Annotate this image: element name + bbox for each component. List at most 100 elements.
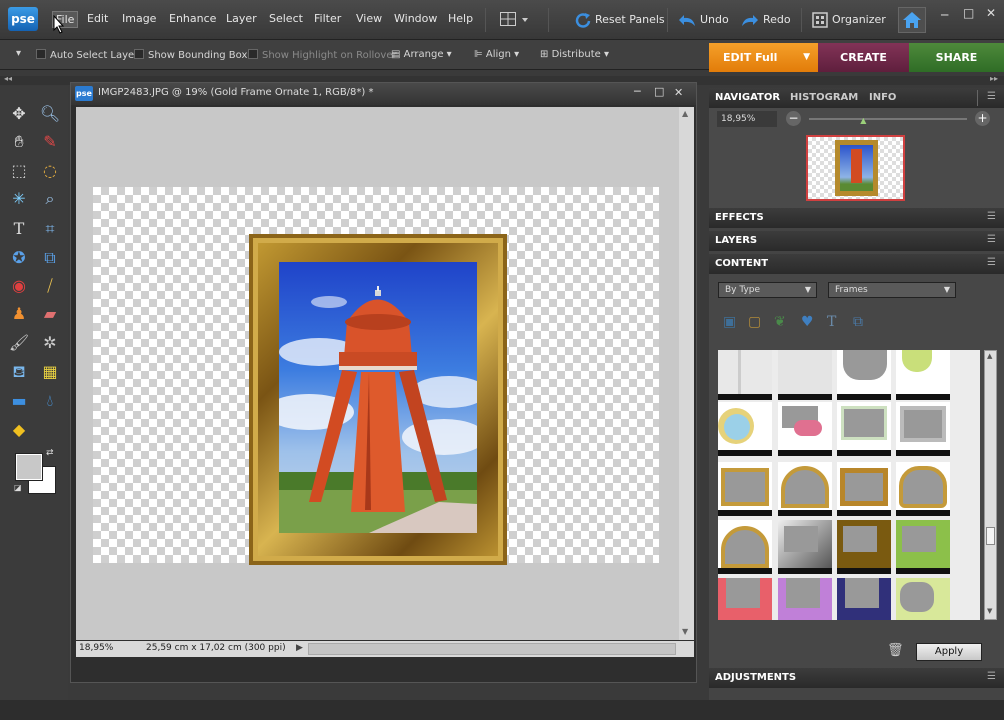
apply-button[interactable]: Apply xyxy=(916,643,982,661)
marquee-tool-icon[interactable]: ⬚ xyxy=(6,159,32,183)
menu-image[interactable]: Image xyxy=(122,12,156,25)
collapse-left-icon[interactable]: ◂◂ xyxy=(4,74,12,83)
trash-icon[interactable]: 🗑︎ xyxy=(887,643,904,658)
gold-frame[interactable] xyxy=(249,234,507,565)
adjustments-panel-header[interactable]: ADJUSTMENTS ☰ xyxy=(709,668,1004,688)
menu-filter[interactable]: Filter xyxy=(314,12,341,25)
auto-select-layer-checkbox[interactable]: Auto Select Layer xyxy=(36,49,138,61)
layers-panel-header[interactable]: LAYERS ☰ xyxy=(709,231,1004,251)
menu-layer[interactable]: Layer xyxy=(226,12,257,25)
panel-menu-icon[interactable]: ☰ xyxy=(987,257,996,268)
scroll-thumb[interactable] xyxy=(986,527,995,545)
paint-bucket-tool-icon[interactable]: ⛾ xyxy=(6,360,32,384)
shape-tool-icon[interactable]: ▬ xyxy=(6,389,32,413)
distribute-dropdown[interactable]: ⊞ Distribute ▾ xyxy=(540,49,609,60)
scroll-up-icon[interactable]: ▲ xyxy=(987,352,992,360)
redo-button[interactable]: Redo xyxy=(741,10,791,30)
doc-maximize-icon[interactable]: □ xyxy=(654,85,664,98)
scroll-up-icon[interactable]: ▲ xyxy=(682,109,688,118)
effects-panel-header[interactable]: EFFECTS ☰ xyxy=(709,208,1004,228)
panel-menu-icon[interactable]: ☰ xyxy=(987,671,996,682)
content-thumbnail[interactable] xyxy=(778,462,832,516)
frames-filter-icon[interactable]: ▢ xyxy=(748,314,761,330)
home-button[interactable] xyxy=(898,7,926,33)
eyedropper-tool-icon[interactable]: ✎ xyxy=(37,130,63,154)
menu-enhance[interactable]: Enhance xyxy=(169,12,216,25)
content-thumbnail[interactable] xyxy=(778,520,832,574)
navigator-thumbnail[interactable] xyxy=(806,135,905,201)
tab-info[interactable]: INFO xyxy=(869,92,896,103)
content-thumbnail[interactable] xyxy=(718,402,772,456)
zoom-slider[interactable] xyxy=(809,118,967,120)
content-thumbnail[interactable] xyxy=(837,462,891,516)
content-thumbnail[interactable] xyxy=(778,402,832,456)
content-thumbnail[interactable] xyxy=(778,350,832,400)
canvas-area[interactable] xyxy=(76,107,679,640)
share-tab[interactable]: SHARE xyxy=(909,43,1004,72)
tool-preset-dropdown[interactable]: ▾ xyxy=(16,48,21,59)
text-filter-icon[interactable]: T xyxy=(827,314,836,330)
content-scrollbar[interactable]: ▲ ▼ xyxy=(984,350,997,620)
content-thumbnail[interactable] xyxy=(837,350,891,400)
vertical-scrollbar[interactable]: ▲ ▼ xyxy=(679,107,694,640)
close-icon[interactable]: ✕ xyxy=(986,6,996,20)
content-thumbnail[interactable] xyxy=(896,402,950,456)
blur-tool-icon[interactable]: 💧︎ xyxy=(37,389,63,413)
reset-panels-button[interactable]: Reset Panels xyxy=(575,10,665,30)
scroll-down-icon[interactable]: ▼ xyxy=(682,627,688,636)
content-thumbnail[interactable] xyxy=(718,520,772,574)
tab-histogram[interactable]: HISTOGRAM xyxy=(790,92,858,103)
content-thumbnail[interactable] xyxy=(837,578,891,620)
document-title-bar[interactable]: pse IMGP2483.JPG @ 19% (Gold Frame Ornat… xyxy=(71,83,696,105)
minimize-icon[interactable]: ─ xyxy=(941,8,948,22)
swap-colors-icon[interactable]: ⇄ xyxy=(46,448,54,458)
content-thumbnail[interactable] xyxy=(718,578,772,620)
panel-menu-icon[interactable]: ☰ xyxy=(987,211,996,222)
arrange-dropdown[interactable]: ▤ Arrange ▾ xyxy=(391,49,452,60)
status-menu-arrow-icon[interactable]: ▶ xyxy=(296,643,303,653)
show-bounding-box-checkbox[interactable]: Show Bounding Box xyxy=(134,49,247,61)
content-panel-header[interactable]: CONTENT ☰ xyxy=(709,254,1004,274)
scroll-down-icon[interactable]: ▼ xyxy=(987,607,992,615)
eraser-tool-icon[interactable]: ▰ xyxy=(37,302,63,326)
straighten-tool-icon[interactable]: ⧉ xyxy=(37,246,63,270)
themes-filter-icon[interactable]: ⧉ xyxy=(853,314,863,330)
organizer-button[interactable]: Organizer xyxy=(812,10,886,30)
frames-dropdown[interactable]: Frames ▼ xyxy=(828,282,956,298)
zoom-tool-icon[interactable]: 🔍︎ xyxy=(37,102,63,126)
default-colors-icon[interactable]: ◪ xyxy=(14,483,22,492)
content-thumbnail[interactable] xyxy=(896,462,950,516)
collapse-right-icon[interactable]: ▸▸ xyxy=(990,74,998,83)
maximize-icon[interactable]: □ xyxy=(963,6,974,20)
backgrounds-filter-icon[interactable]: ▣ xyxy=(723,314,736,330)
navigator-zoom-field[interactable]: 18,95% xyxy=(717,111,777,127)
sponge-tool-icon[interactable]: ◆ xyxy=(6,418,32,442)
smart-brush-tool-icon[interactable]: ✲ xyxy=(37,331,63,355)
menu-window[interactable]: Window xyxy=(394,12,437,25)
align-dropdown[interactable]: ⊫ Align ▾ xyxy=(474,49,519,60)
graphics-filter-icon[interactable]: ❦ xyxy=(774,314,786,330)
crop-tool-icon[interactable]: ⌗ xyxy=(37,217,63,241)
quick-selection-tool-icon[interactable]: ⌕ xyxy=(37,187,63,211)
menu-view[interactable]: View xyxy=(356,12,382,25)
brush-tool-icon[interactable]: 🖌︎ xyxy=(6,331,32,355)
doc-close-icon[interactable]: ✕ xyxy=(674,86,683,99)
status-zoom[interactable]: 18,95% xyxy=(79,643,113,653)
shapes-filter-icon[interactable]: ♥ xyxy=(801,314,814,330)
content-thumbnail[interactable] xyxy=(896,578,950,620)
content-thumbnail[interactable] xyxy=(896,520,950,574)
zoom-out-icon[interactable]: − xyxy=(786,111,801,126)
content-thumbnail[interactable] xyxy=(718,462,772,516)
menu-help[interactable]: Help xyxy=(448,12,473,25)
content-thumbnail[interactable] xyxy=(837,402,891,456)
panel-menu-icon[interactable]: ☰ xyxy=(987,91,996,102)
by-type-dropdown[interactable]: By Type ▼ xyxy=(718,282,817,298)
magic-wand-tool-icon[interactable]: ✳ xyxy=(6,187,32,211)
edit-full-tab[interactable]: EDIT Full ▼ xyxy=(709,43,818,72)
content-thumbnail[interactable] xyxy=(778,578,832,620)
zoom-slider-thumb[interactable]: ▲ xyxy=(860,116,866,125)
gradient-tool-icon[interactable]: ▦ xyxy=(37,360,63,384)
undo-button[interactable]: Undo xyxy=(678,10,729,30)
healing-brush-tool-icon[interactable]: ⧸ xyxy=(37,274,63,298)
show-highlight-checkbox[interactable]: Show Highlight on Rollover xyxy=(248,49,397,61)
